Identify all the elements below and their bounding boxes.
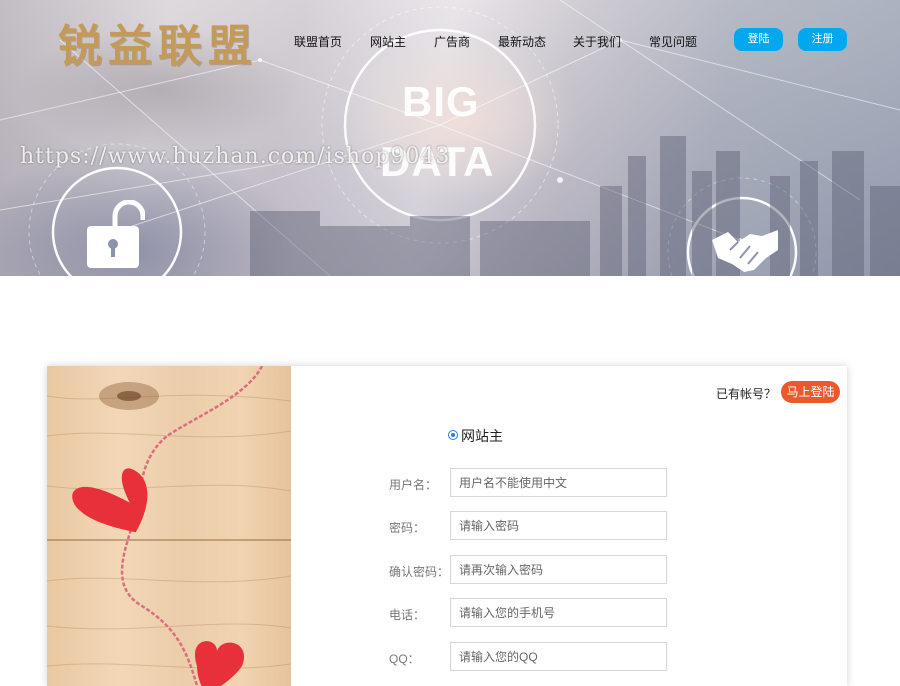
big-data-text-line1: BIG [402,78,480,125]
login-now-button[interactable]: 马上登陆 [781,381,840,403]
nav-item-news[interactable]: 最新动态 [498,33,546,50]
header-register-button[interactable]: 注册 [798,28,847,51]
register-card: 已有帐号？ 马上登陆 网站主 用户名： 密码： 确认密码： 电话： QQ： [47,366,847,686]
username-label: 用户名： [389,478,438,492]
role-label: 网站主 [461,428,503,444]
radio-selected-icon[interactable] [448,430,458,440]
username-input[interactable] [450,468,667,497]
nav-item-about[interactable]: 关于我们 [573,33,621,50]
qq-label: QQ： [389,652,420,666]
has-account-text: 已有帐号？ [716,387,777,401]
register-form: 已有帐号？ 马上登陆 网站主 用户名： 密码： 确认密码： 电话： QQ： [291,366,847,686]
hearts-string-graphic [47,366,291,686]
password-label: 密码： [389,521,426,535]
confirm-password-input[interactable] [450,555,667,584]
decorative-hearts-image [47,366,291,686]
handshake-icon [712,230,778,272]
phone-input[interactable] [450,598,667,627]
nav-item-webmaster[interactable]: 网站主 [370,33,406,50]
watermark-url: https://www.huzhan.com/ishop9043 [20,144,451,169]
phone-label: 电话： [389,608,426,622]
header-login-button[interactable]: 登陆 [734,28,783,51]
confirm-password-label: 确认密码： [389,565,450,579]
nav-item-advertiser[interactable]: 广告商 [434,33,470,50]
hero-banner: BIG DATA https://www.huzhan.com/ishop904… [0,0,900,276]
password-input[interactable] [450,511,667,540]
unlock-icon [87,200,145,268]
nav-item-home[interactable]: 联盟首页 [294,33,342,50]
nav-item-faq[interactable]: 常见问题 [649,33,697,50]
qq-input[interactable] [450,642,667,671]
